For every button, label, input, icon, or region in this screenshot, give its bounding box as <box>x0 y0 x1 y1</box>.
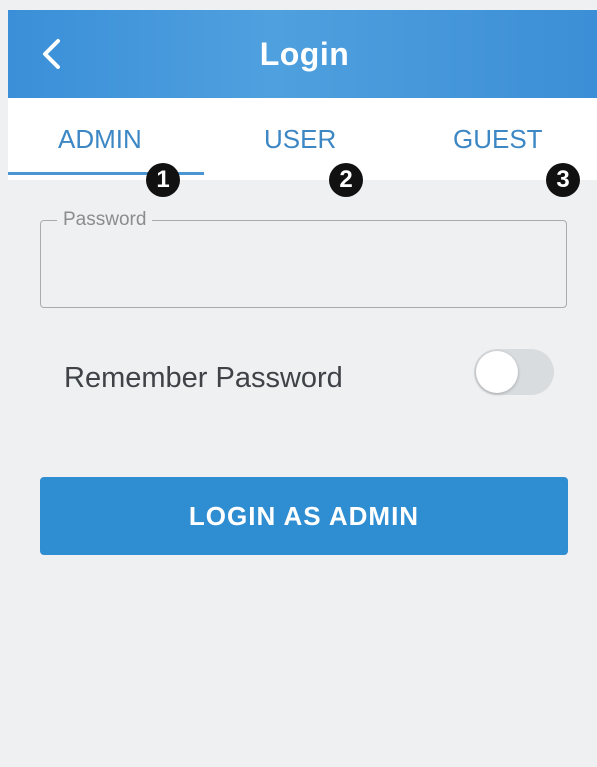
page-title: Login <box>259 35 350 72</box>
callout-marker-3: 3 <box>546 163 580 197</box>
remember-password-label: Remember Password <box>64 362 343 394</box>
tab-guest[interactable]: GUEST <box>453 124 543 155</box>
toggle-knob <box>476 351 518 393</box>
app-header: Login <box>8 10 597 98</box>
callout-marker-1: 1 <box>146 163 180 197</box>
callout-marker-2: 2 <box>329 163 363 197</box>
password-field[interactable]: Password <box>40 209 567 308</box>
password-input[interactable] <box>59 249 543 291</box>
login-screen: Login ADMIN USER GUEST 1 2 3 Password Re… <box>0 0 597 767</box>
tab-admin[interactable]: ADMIN <box>58 124 142 155</box>
tab-user[interactable]: USER <box>264 124 336 155</box>
login-button[interactable]: LOGIN AS ADMIN <box>40 477 568 555</box>
role-tabs: ADMIN USER GUEST <box>8 98 597 180</box>
password-label: Password <box>57 209 153 231</box>
chevron-left-icon[interactable] <box>38 38 66 70</box>
remember-password-toggle[interactable] <box>474 349 554 395</box>
